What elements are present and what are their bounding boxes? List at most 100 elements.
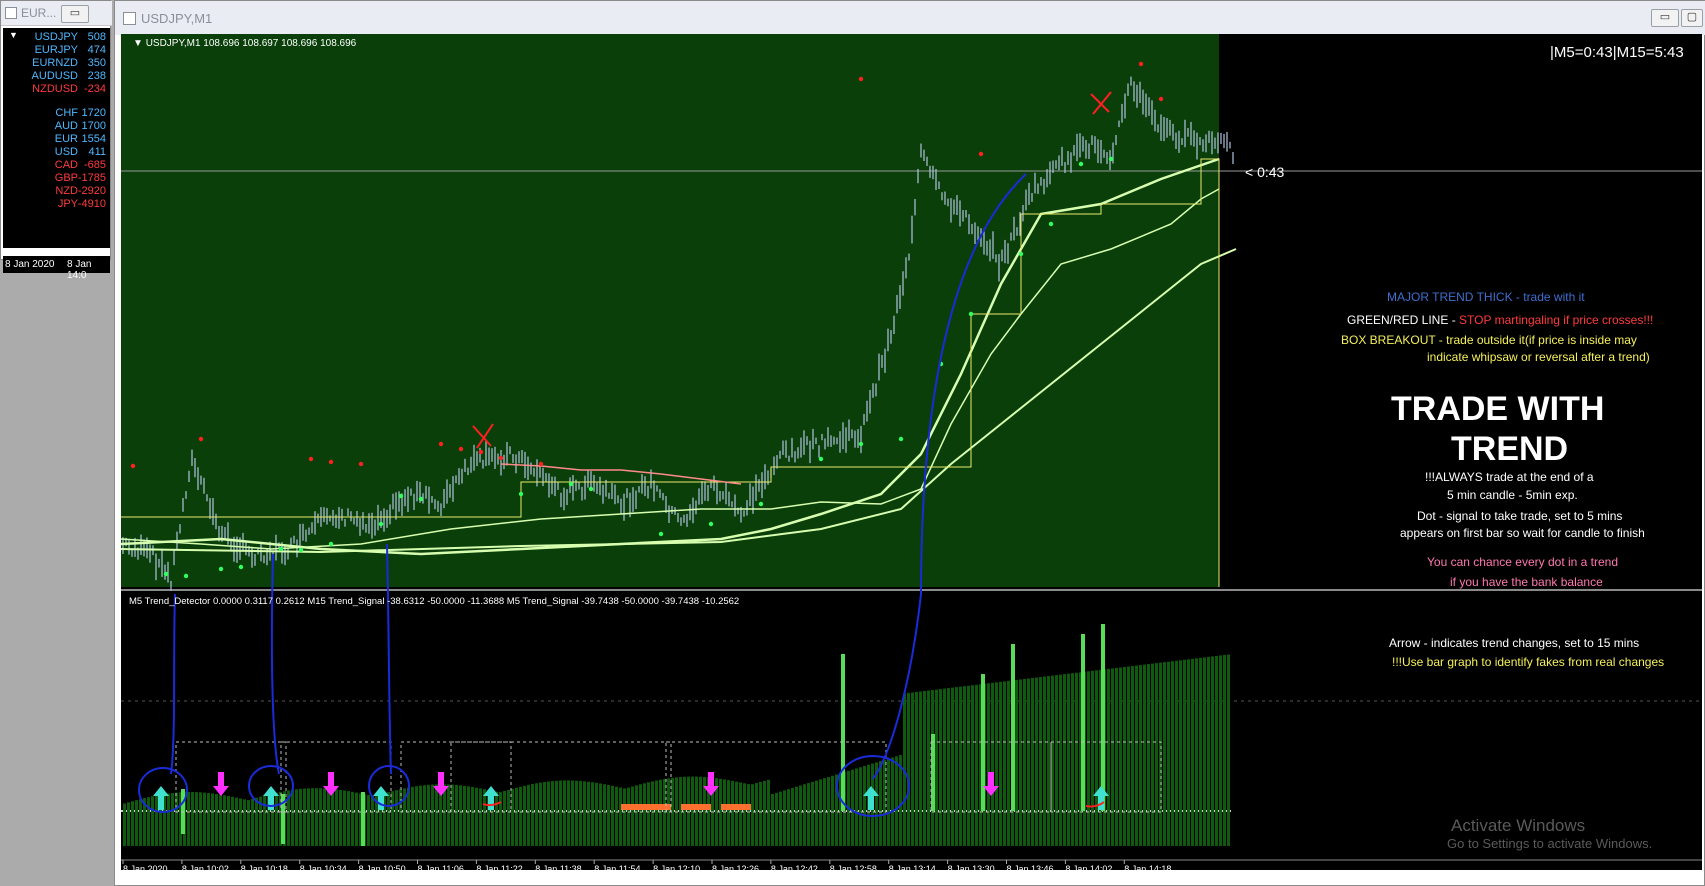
trend-bar — [991, 682, 994, 846]
trend-bar — [1179, 660, 1182, 846]
time-axis-label: 8 Jan 2020 — [123, 864, 168, 870]
trend-bar — [743, 783, 746, 846]
trend-bar — [775, 792, 778, 846]
dot-signal-note: Dot - signal to take trade, set to 5 min… — [1417, 509, 1623, 523]
trend-bar — [467, 786, 470, 846]
left-window-title: EUR... — [21, 6, 57, 20]
trend-bar — [387, 792, 390, 846]
chart-window-icon — [5, 7, 17, 19]
restore-button[interactable]: ▭ — [61, 5, 89, 23]
trend-bar — [883, 759, 886, 846]
strength-name: JPY — [57, 198, 78, 210]
left-axis-label: 8 Jan 14:0 — [67, 259, 92, 281]
trend-bar — [819, 779, 822, 846]
trend-bar — [627, 787, 630, 846]
trend-bar — [1223, 654, 1226, 846]
trend-bar — [1127, 666, 1130, 846]
trend-bar — [499, 792, 502, 846]
trend-bar — [1007, 680, 1010, 846]
trend-bar — [435, 784, 438, 846]
trend-bar — [879, 761, 882, 846]
price-chart[interactable]: 8 Jan 2020 8 Jan 10:02 8 Jan 10:18 8 Jan 10… — [121, 34, 1702, 870]
trend-bar — [787, 789, 790, 846]
chart-symbol-info: USDJPY,M1 108.696 108.697 108.696 108.69… — [145, 38, 357, 49]
trend-bar — [763, 780, 766, 846]
buy-signal-dot — [238, 564, 244, 570]
trend-bar — [579, 780, 582, 846]
trend-bar — [1119, 667, 1122, 846]
minimize-button[interactable]: ▭ — [1651, 9, 1679, 27]
time-axis-label: 8 Jan 10:34 — [300, 864, 347, 870]
trend-bar — [1047, 676, 1050, 846]
trend-bar — [887, 758, 890, 846]
trend-bar — [339, 789, 342, 846]
trend-bar — [1031, 678, 1034, 846]
trend-bar — [1183, 659, 1186, 846]
currency-strength-window[interactable]: EUR... ▭ ▼ USDJPY 508 EURJPY 474 EURNZD 350 AU… — [0, 0, 112, 281]
trend-bar — [791, 787, 794, 846]
trend-bar — [1063, 674, 1066, 846]
trend-bar — [1191, 658, 1194, 846]
buy-signal-dot — [298, 547, 304, 553]
trend-bar — [1211, 656, 1214, 846]
trend-bar — [1075, 672, 1078, 846]
strong-trend-bar — [361, 792, 365, 846]
trend-bar — [395, 790, 398, 846]
trend-bar — [919, 691, 922, 846]
trend-bar — [199, 792, 202, 846]
trend-bar — [1023, 678, 1026, 846]
strength-name: NZDUSD — [32, 83, 78, 95]
trend-bar — [323, 788, 326, 846]
trend-bar — [299, 788, 302, 846]
trend-bar — [443, 784, 446, 846]
trend-bar — [1059, 674, 1062, 846]
trend-bar — [1195, 658, 1198, 846]
arrow-note: Arrow - indicates trend changes, set to … — [1389, 636, 1640, 650]
trend-bar — [695, 776, 698, 846]
sell-signal-dot — [858, 76, 864, 82]
buy-signal-dot — [1078, 161, 1084, 167]
trade-with-trend-heading-2: TREND — [1451, 430, 1569, 468]
trend-bar — [315, 788, 318, 846]
time-axis-label: 8 Jan 11:22 — [476, 864, 522, 870]
trend-bar — [563, 780, 566, 846]
weak-trend-bar — [681, 804, 711, 810]
buy-signal-dot — [818, 456, 824, 462]
left-window-titlebar[interactable]: EUR... ▭ — [1, 1, 112, 26]
trend-bar — [1203, 657, 1206, 846]
trend-bar — [911, 692, 914, 846]
time-axis-label: 8 Jan 10:50 — [359, 864, 406, 870]
strength-row: EURNZD 350 — [3, 56, 110, 70]
time-axis-label: 8 Jan 12:10 — [653, 864, 700, 870]
trend-bar — [227, 796, 230, 846]
trend-bar — [1215, 655, 1218, 846]
chart-menu-icon[interactable]: ▼ — [133, 38, 146, 49]
time-axis-label: 8 Jan 13:14 — [889, 864, 936, 870]
currency-strength-panel: ▼ USDJPY 508 EURJPY 474 EURNZD 350 AUDUSD 238 NZ… — [3, 28, 110, 281]
buy-signal-dot — [418, 496, 424, 502]
trend-bar — [335, 789, 338, 846]
trend-bar — [623, 788, 626, 846]
maximize-button[interactable]: ▢ — [1681, 9, 1703, 27]
buy-signal-dot — [1108, 156, 1114, 162]
trend-bar — [519, 786, 522, 846]
trend-bar — [483, 789, 486, 846]
trend-bar — [559, 780, 562, 846]
chart-window-titlebar[interactable]: USDJPY,M1 ▭ ▢ — [115, 1, 1705, 35]
trend-bar — [1171, 661, 1174, 846]
strength-row: CAD -685 — [3, 158, 110, 172]
trend-bar — [799, 785, 802, 846]
trend-bar — [431, 784, 434, 846]
buy-signal-dot — [568, 481, 574, 487]
trend-bar — [587, 781, 590, 846]
trend-bar — [1067, 673, 1070, 846]
trend-bar — [727, 780, 730, 846]
always-trade-note: !!!ALWAYS trade at the end of a — [1425, 470, 1594, 484]
trend-bar — [239, 798, 242, 846]
strength-name: NZD — [55, 185, 78, 197]
chance-note: You can chance every dot in a trend — [1427, 555, 1619, 569]
buy-signal-dot — [898, 436, 904, 442]
trend-bar — [523, 785, 526, 846]
trend-bar — [699, 776, 702, 846]
strength-value: -2920 — [77, 185, 106, 197]
